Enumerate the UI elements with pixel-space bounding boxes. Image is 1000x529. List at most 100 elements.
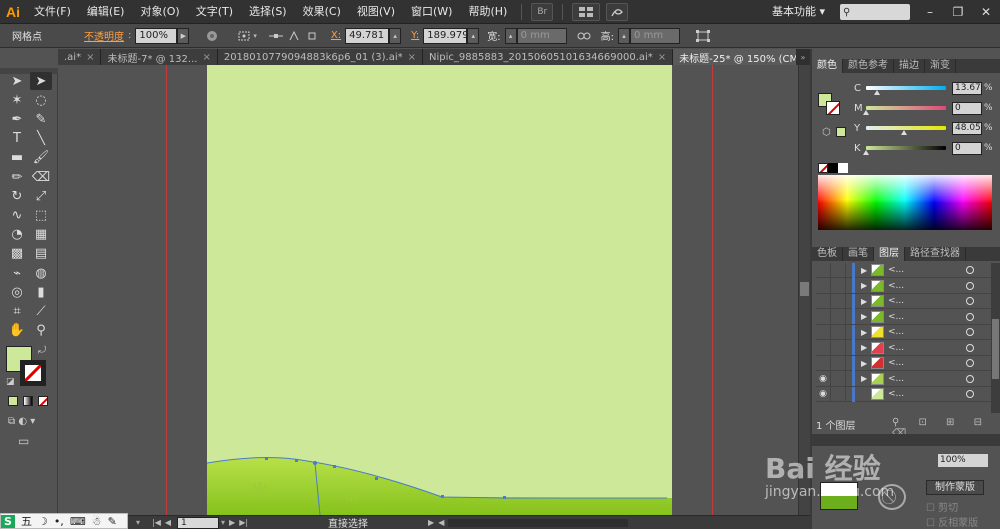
scroll-thumb[interactable] xyxy=(800,282,809,296)
invert-mask-checkbox[interactable]: ☐ 反相蒙版 xyxy=(926,514,978,529)
layer-name[interactable]: <... xyxy=(888,281,940,291)
transparency-opacity-field[interactable]: 100% xyxy=(938,454,988,467)
target-icon[interactable] xyxy=(966,390,974,398)
hill-artwork[interactable] xyxy=(207,65,672,515)
tab-document-7[interactable]: 未标题-7* @ 132... × xyxy=(101,49,218,65)
link-icon[interactable] xyxy=(575,28,593,44)
layer-name[interactable]: <... xyxy=(888,265,940,275)
width-field[interactable]: 0 mm xyxy=(516,27,567,44)
next-page-icon[interactable]: ▶ xyxy=(229,518,235,527)
x-stepper[interactable]: ▴ xyxy=(389,27,402,44)
lock-toggle[interactable] xyxy=(831,386,846,402)
slider-k[interactable]: K 0% xyxy=(854,141,1000,155)
y-label[interactable]: Y: xyxy=(407,30,423,41)
target-icon[interactable] xyxy=(966,359,974,367)
draw-mode-icon[interactable]: ⧉ ◐ ▾ xyxy=(8,416,35,427)
white-swatch[interactable] xyxy=(838,163,848,173)
default-colors-icon[interactable]: ◪ xyxy=(6,377,15,387)
tab-brushes[interactable]: 画笔 xyxy=(843,247,874,261)
gradient-mode-button[interactable] xyxy=(23,396,33,406)
mesh-tool-icon[interactable]: ▩ xyxy=(6,245,28,263)
slice-tool-icon[interactable]: ⟋ xyxy=(30,302,52,320)
tab-document-nipic[interactable]: Nipic_9885883_20150605101634669000.ai* × xyxy=(423,49,674,65)
lock-toggle[interactable] xyxy=(831,324,846,340)
horizontal-scrollbar[interactable] xyxy=(448,518,629,527)
x-field[interactable]: 49.781 xyxy=(345,27,390,44)
tool-stroke-swatch[interactable] xyxy=(20,360,46,386)
cut-path-icon[interactable] xyxy=(303,28,321,44)
y-stepper[interactable]: ▴ xyxy=(467,27,480,44)
pen-tool-icon[interactable]: ✒ xyxy=(6,110,28,128)
x-label[interactable]: X: xyxy=(327,30,345,41)
menu-help[interactable]: 帮助(H) xyxy=(460,0,515,24)
y-field[interactable]: 189.979 xyxy=(423,27,469,44)
layers-scrollbar[interactable] xyxy=(991,263,1000,413)
tab-color[interactable]: 颜色 xyxy=(812,59,843,73)
scale-tool-icon[interactable]: ⤢ xyxy=(30,187,52,205)
canvas-area[interactable] xyxy=(58,65,798,515)
slider-c[interactable]: C 13.67% xyxy=(854,81,1000,95)
layer-name[interactable]: <... xyxy=(888,389,940,399)
color-spectrum[interactable] xyxy=(818,175,992,230)
close-icon[interactable]: × xyxy=(408,52,416,63)
column-graph-tool-icon[interactable]: ▮ xyxy=(30,283,52,301)
target-icon[interactable] xyxy=(966,312,974,321)
help-search-input[interactable]: ⚲ xyxy=(840,4,910,20)
layer-name[interactable]: <... xyxy=(888,296,940,306)
expand-triangle-icon[interactable]: ▶ xyxy=(861,343,871,352)
page-field[interactable]: 1 xyxy=(177,516,220,529)
expand-triangle-icon[interactable]: ▶ xyxy=(861,312,871,321)
artboard-tool-icon[interactable]: ⌗ xyxy=(6,302,28,320)
magic-wand-tool-icon[interactable]: ✶ xyxy=(6,91,28,109)
expand-triangle-icon[interactable]: ▶ xyxy=(861,374,871,383)
menu-object[interactable]: 对象(O) xyxy=(132,0,187,24)
menu-edit[interactable]: 编辑(E) xyxy=(79,0,133,24)
target-icon[interactable] xyxy=(966,297,974,305)
target-icon[interactable] xyxy=(966,374,974,383)
expand-triangle-icon[interactable]: ▶ xyxy=(861,328,871,337)
anchor-convert-icon[interactable] xyxy=(267,28,285,44)
close-icon[interactable]: × xyxy=(86,52,94,63)
lock-toggle[interactable] xyxy=(831,278,846,293)
layer-name[interactable]: <... xyxy=(888,327,940,337)
menu-type[interactable]: 文字(T) xyxy=(188,0,241,24)
layer-row[interactable]: ▶ <... xyxy=(816,278,992,294)
slider-y[interactable]: Y 48.05% xyxy=(854,121,1000,135)
eye-icon[interactable] xyxy=(816,293,831,309)
chevron-down-icon[interactable]: ▾ xyxy=(253,32,257,40)
slider-handle[interactable] xyxy=(863,110,869,115)
make-mask-button[interactable]: 制作蒙版 xyxy=(926,480,984,495)
tab-stroke[interactable]: 描边 xyxy=(894,59,925,73)
clip-checkbox[interactable]: ☐ 剪切 xyxy=(926,499,958,514)
channel-value-field[interactable]: 0 xyxy=(952,101,982,115)
tab-document-25[interactable]: 未标题-25* @ 150% (CMYK/预览)× xyxy=(673,49,810,65)
layer-row[interactable]: ◉ ▶ <... xyxy=(816,371,992,387)
width-stepper[interactable]: ▴ xyxy=(504,27,517,44)
rotate-tool-icon[interactable]: ↻ xyxy=(6,187,28,205)
lock-toggle[interactable] xyxy=(831,262,846,278)
layer-row[interactable]: ▶ <... xyxy=(816,324,992,340)
none-mode-button[interactable] xyxy=(38,396,48,406)
moon-icon[interactable]: ☽ xyxy=(35,515,51,528)
warp-tool-icon[interactable]: ∿ xyxy=(6,206,28,224)
black-swatch[interactable] xyxy=(828,163,838,173)
layer-name[interactable]: <... xyxy=(888,374,940,384)
channel-slider-track[interactable] xyxy=(866,106,946,110)
tabs-overflow-icon[interactable]: » xyxy=(796,49,810,65)
blend-tool-icon[interactable]: ◍ xyxy=(30,264,52,282)
layer-row[interactable]: ▶ <... xyxy=(816,262,992,278)
eye-icon[interactable]: ◉ xyxy=(816,371,831,386)
menu-file[interactable]: 文件(F) xyxy=(26,0,79,24)
prev-page-icon[interactable]: ◀ xyxy=(165,518,171,527)
transform-icon[interactable] xyxy=(694,28,712,44)
eye-icon[interactable] xyxy=(816,309,831,324)
eraser-tool-icon[interactable]: ⌫ xyxy=(30,168,52,186)
last-page-icon[interactable]: ▶| xyxy=(239,518,248,527)
wrench-icon[interactable]: ✎ xyxy=(105,515,120,528)
punctuation-icon[interactable]: •, xyxy=(51,515,67,528)
expand-triangle-icon[interactable]: ▶ xyxy=(861,266,871,275)
symbol-sprayer-tool-icon[interactable]: ◎ xyxy=(6,283,28,301)
tab-document-2018[interactable]: 2018010779094883k6p6_01 (3).ai* × xyxy=(217,49,424,65)
recolor-icon[interactable] xyxy=(203,28,221,44)
close-icon[interactable]: × xyxy=(202,52,210,63)
